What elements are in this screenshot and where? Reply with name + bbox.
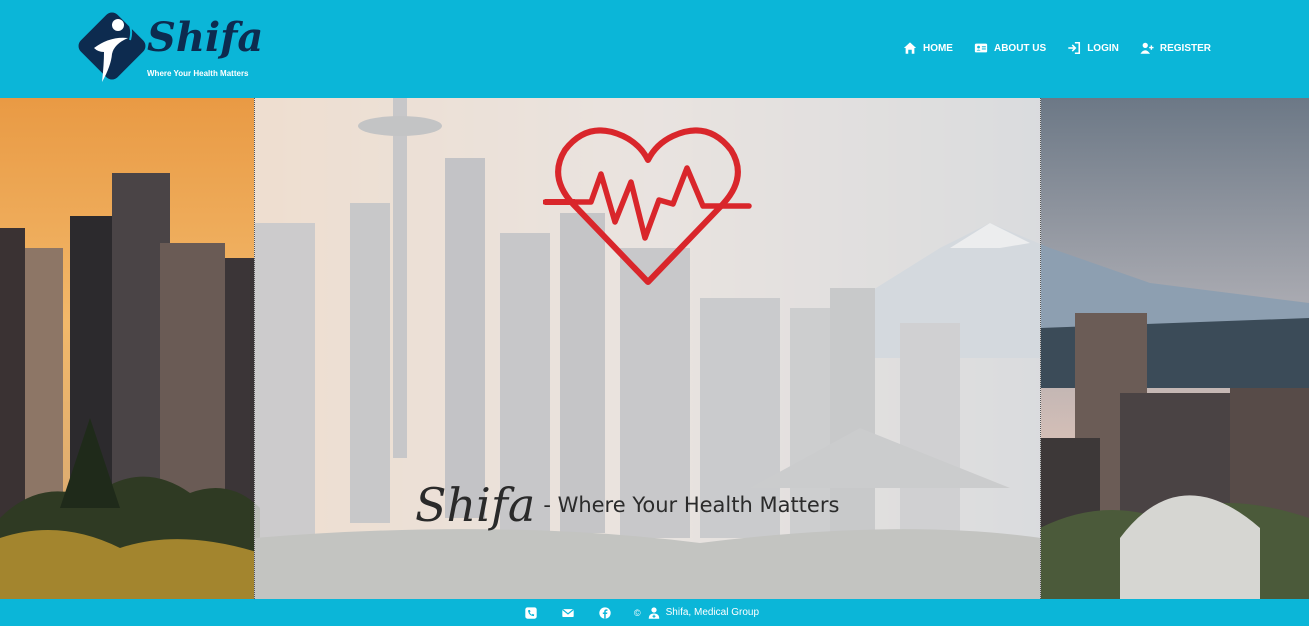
- hero-tagline-text: - Where Your Health Matters: [543, 493, 840, 517]
- id-card-icon: [974, 41, 988, 55]
- hero-banner: Shifa - Where Your Health Matters: [0, 98, 1309, 599]
- nav-login-label: LOGIN: [1087, 42, 1119, 54]
- nav-register[interactable]: REGISTER: [1140, 41, 1211, 55]
- phone-icon[interactable]: [524, 606, 538, 620]
- copyright-symbol: ©: [634, 607, 641, 618]
- hero-tagline: Shifa - Where Your Health Matters: [415, 470, 895, 540]
- facebook-icon[interactable]: [598, 606, 612, 620]
- brand-tagline: Where Your Health Matters: [147, 69, 249, 78]
- nav-home-label: HOME: [922, 42, 953, 54]
- nav-about[interactable]: ABOUT US: [974, 41, 1046, 55]
- hero-brand: Shifa: [415, 478, 536, 532]
- email-icon[interactable]: [561, 606, 575, 620]
- nav-login[interactable]: LOGIN: [1067, 41, 1119, 55]
- hero-overlay-panel: Shifa - Where Your Health Matters: [254, 98, 1041, 599]
- user-doctor-icon: [647, 606, 661, 620]
- nav-home[interactable]: HOME: [903, 41, 953, 55]
- site-footer: © Shifa, Medical Group: [0, 599, 1309, 626]
- nav-about-label: ABOUT US: [993, 42, 1047, 54]
- home-icon: [903, 41, 917, 55]
- logo-mark-icon: [78, 12, 146, 82]
- brand-name: Shifa: [147, 14, 264, 61]
- user-plus-icon: [1140, 41, 1154, 55]
- nav-register-label: REGISTER: [1159, 42, 1211, 54]
- footer-org-name: Shifa, Medical Group: [665, 607, 760, 618]
- main-nav: HOME ABOUT US LOGIN REGISTER: [903, 38, 1211, 58]
- heartbeat-heart-icon: [543, 127, 752, 285]
- brand-logo[interactable]: Shifa Where Your Health Matters: [74, 8, 263, 88]
- footer-links: © Shifa, Medical Group: [524, 605, 759, 620]
- site-header: Shifa Where Your Health Matters HOME ABO…: [0, 0, 1309, 98]
- login-icon: [1067, 41, 1081, 55]
